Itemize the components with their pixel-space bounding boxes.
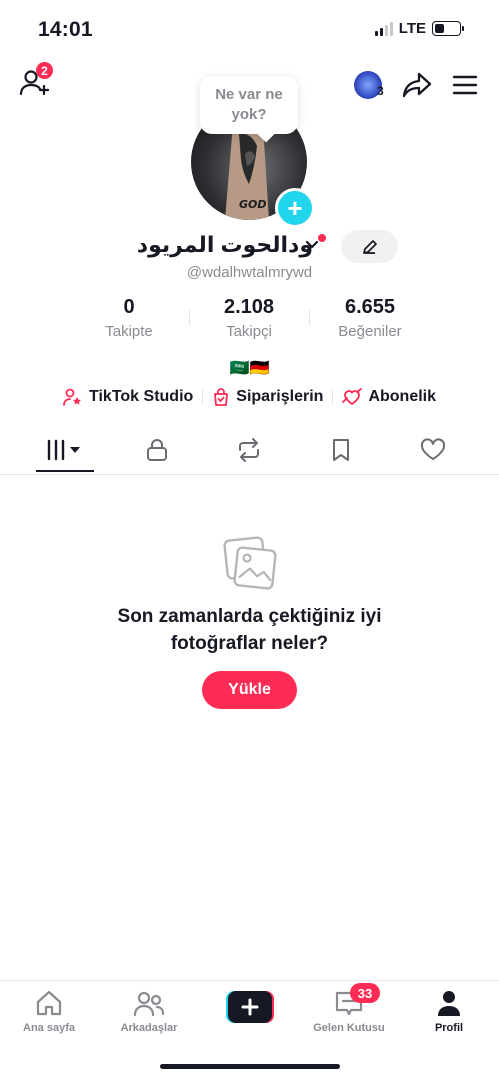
- stat-likes-value: 6.655: [344, 296, 396, 318]
- tab-liked[interactable]: [403, 428, 463, 472]
- nav-profile-label: Profil: [434, 1022, 464, 1034]
- pencil-icon: [362, 239, 377, 254]
- home-indicator: [160, 1064, 340, 1069]
- nav-friends-label: Arkadaşlar: [120, 1022, 178, 1034]
- subscription-label: Abonelik: [368, 388, 436, 405]
- chevron-down-icon[interactable]: [305, 240, 319, 250]
- tooltip-line-1: Ne var ne: [215, 86, 283, 103]
- repost-icon: [239, 438, 259, 462]
- nav-inbox-label: Gelen Kutusu: [313, 1022, 385, 1034]
- battery-icon: [432, 21, 464, 36]
- grid-videos-icon: [47, 439, 80, 461]
- content-tabs: [0, 428, 499, 475]
- tooltip-line-2: yok?: [231, 106, 267, 123]
- orders-link[interactable]: Siparişlerin: [203, 388, 332, 406]
- notification-dot: [318, 234, 326, 242]
- tiktok-studio-link[interactable]: TikTok Studio: [54, 388, 202, 406]
- display-name[interactable]: ودالحوت المريود: [137, 232, 313, 258]
- username: @wdalhwtalmrywd: [186, 264, 313, 281]
- nav-home-label: Ana sayfa: [23, 1022, 75, 1034]
- status-time: 14:01: [38, 18, 93, 41]
- tab-private[interactable]: [127, 428, 187, 472]
- add-story-button[interactable]: +: [275, 188, 315, 228]
- share-button[interactable]: [401, 70, 433, 100]
- tab-reposts[interactable]: [219, 428, 279, 472]
- stat-followers[interactable]: 2.108 Takipçi: [189, 296, 309, 340]
- edit-profile-button[interactable]: [341, 230, 398, 263]
- signal-icon: [374, 21, 393, 36]
- stat-following-label: Takipte: [105, 323, 153, 340]
- active-tab-indicator: [36, 470, 94, 472]
- bookmark-icon: [333, 439, 349, 461]
- svg-text:GOD: GOD: [239, 198, 267, 211]
- profile-links: TikTok Studio Siparişlerin Abonelik: [0, 388, 499, 406]
- nav-friends[interactable]: Arkadaşlar: [104, 989, 194, 1034]
- network-label: LTE: [398, 20, 426, 37]
- name-row: ودالحوت المريود: [0, 232, 499, 262]
- tab-videos[interactable]: [35, 428, 95, 472]
- plus-icon: +: [287, 193, 303, 223]
- stat-likes-label: Beğeniler: [338, 323, 402, 340]
- friends-icon: [133, 991, 165, 1017]
- nav-home[interactable]: Ana sayfa: [4, 989, 94, 1034]
- add-friend-badge: 2: [36, 62, 53, 79]
- share-icon: [402, 72, 432, 98]
- empty-state-title: Son zamanlarda çektiğiniz iyi fotoğrafla…: [60, 603, 439, 657]
- stat-following[interactable]: 0 Takipte: [69, 296, 189, 340]
- hamburger-icon: [452, 75, 478, 95]
- lock-icon: [147, 439, 167, 461]
- bio-flags: 🇸🇦🇩🇪: [229, 360, 270, 377]
- subscription-icon: [342, 388, 363, 405]
- home-icon: [36, 990, 62, 1016]
- empty-state-line-1: Son zamanlarda çektiğiniz iyi: [117, 606, 382, 627]
- creator-icon: [63, 388, 81, 406]
- upload-button[interactable]: Yükle: [202, 671, 297, 709]
- orders-label: Siparişlerin: [236, 388, 324, 405]
- empty-state-line-2: fotoğraflar neler?: [170, 633, 329, 654]
- photos-icon: [223, 536, 277, 590]
- create-button[interactable]: [226, 991, 274, 1023]
- status-bar-right: LTE: [374, 20, 464, 37]
- empty-state: [220, 535, 280, 596]
- inbox-badge: 33: [350, 983, 380, 1003]
- tab-favorites[interactable]: [311, 428, 371, 472]
- stat-followers-value: 2.108: [223, 296, 275, 318]
- nav-profile[interactable]: Profil: [404, 989, 494, 1034]
- tiktok-studio-label: TikTok Studio: [88, 388, 194, 405]
- nav-inbox[interactable]: Gelen Kutusu: [304, 989, 394, 1034]
- stat-following-value: 0: [123, 296, 135, 318]
- note-tooltip[interactable]: Ne var ne yok?: [200, 76, 298, 134]
- stat-followers-label: Takipçi: [226, 323, 272, 340]
- profile-icon: [438, 991, 460, 1016]
- account-count: 3: [377, 84, 384, 98]
- subscription-link[interactable]: Abonelik: [333, 388, 445, 406]
- shopping-bag-icon: [214, 388, 229, 406]
- create-plus-icon: [226, 991, 274, 1023]
- stat-likes[interactable]: 6.655 Beğeniler: [310, 296, 430, 340]
- menu-button[interactable]: [451, 72, 479, 98]
- heart-icon: [420, 438, 446, 460]
